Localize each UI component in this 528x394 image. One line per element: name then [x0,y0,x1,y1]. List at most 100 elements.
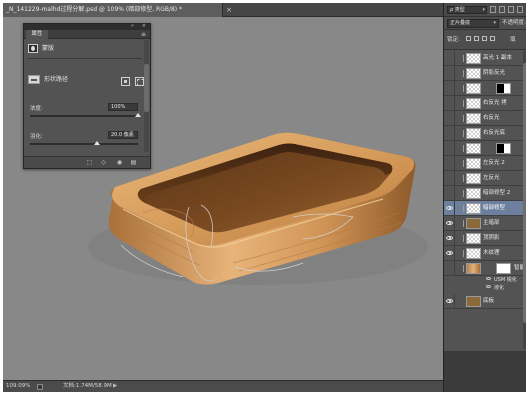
density-input[interactable]: 100% [108,103,138,111]
divider [27,58,142,59]
layer-thumbnail [466,233,481,244]
layer-visibility-toggle[interactable] [444,246,455,261]
opacity-label: 不透明度: [502,20,526,26]
layer-name: 底板 [483,298,495,304]
smart-filter-name: 液化 [494,285,505,291]
layer-row[interactable]: 右反光 [444,111,526,126]
eye-icon[interactable] [486,277,491,280]
feather-label: 羽化: [30,134,43,140]
adjustment-filter-icon[interactable] [499,6,505,13]
close-tab-icon[interactable]: × [224,3,234,17]
layer-row[interactable] [444,141,526,156]
close-icon[interactable]: × [142,23,146,29]
smart-filter-item[interactable]: USM 锐化 [444,276,526,284]
collapse-icon[interactable]: » [131,23,134,29]
panel-menu-icon[interactable]: ≡ [141,30,146,39]
layer-thumbnail [466,53,481,64]
eye-icon [446,251,453,255]
layer-name: 右反光 拷 [483,100,507,106]
eye-icon[interactable] [486,285,491,288]
layer-visibility-toggle[interactable] [444,216,455,231]
layer-row[interactable]: 左反光 2 [444,156,526,171]
layer-name: 顶阴影 [483,235,500,241]
status-menu-arrow-icon[interactable]: ▶ [113,381,117,392]
add-pixel-mask-icon[interactable] [121,77,130,86]
layer-row[interactable]: 右反光 拷 [444,96,526,111]
layer-row[interactable]: 高光 1 副本 [444,51,526,66]
layer-visibility-toggle[interactable] [444,231,455,246]
density-slider-thumb[interactable] [135,113,141,117]
feather-input[interactable]: 20.0 像素 [108,131,138,139]
lock-position-icon[interactable] [482,36,487,41]
layer-visibility-toggle[interactable] [444,186,455,201]
document-tab[interactable]: _N_141229-malhd过程分解.psd @ 109% (暗部修型, RG… [3,3,223,17]
properties-panel[interactable]: » × 属性 ≡ 蒙版 形状路径 浓度: 100% 羽化: 20.0 像素 ⬚ [23,23,151,169]
layer-row[interactable]: 顶阴影 [444,231,526,246]
layer-name: 左反光 2 [483,160,505,166]
blend-row: 正片叠底 不透明度: [444,17,526,30]
text-filter-icon[interactable] [508,6,514,13]
smart-filter-name: USM 锐化 [494,277,517,283]
layer-visibility-toggle[interactable] [444,96,455,111]
lock-all-icon[interactable] [490,36,495,41]
layer-visibility-toggle[interactable] [444,201,455,216]
layer-row[interactable]: 暗部修型 [444,201,526,216]
layer-visibility-toggle[interactable] [444,111,455,126]
layer-row[interactable]: 智能 [444,261,526,276]
layer-row[interactable]: 底板 [444,294,526,309]
layer-kind-filter[interactable]: ρ 类型 [447,6,487,14]
layers-scrollbar-thumb[interactable] [523,63,526,323]
layer-thumbnail [466,98,481,109]
shape-filter-icon[interactable] [517,6,523,13]
feather-slider-thumb[interactable] [93,141,100,145]
layer-thumbnail [466,173,481,184]
properties-scrollbar-thumb[interactable] [144,64,149,112]
layer-thumbnail [466,188,481,199]
layer-name: 阴影反光 [483,70,506,76]
mask-label: 蒙版 [42,45,55,52]
layer-visibility-toggle[interactable] [444,261,455,276]
layers-panel[interactable]: ρ 类型 正片叠底 不透明度: 锁定: 填 高光 1 副本阴影反光右反光 拷右反… [443,3,526,351]
add-vector-mask-icon[interactable] [135,77,144,86]
feather-slider[interactable] [30,141,138,145]
layer-name: 右反光底 [483,130,506,136]
layer-row[interactable]: 阴影反光 [444,66,526,81]
layer-mask-thumbnail[interactable] [496,263,511,274]
lock-transparent-icon[interactable] [466,36,471,41]
trash-icon[interactable]: ▤ [130,160,137,166]
mask-icon [28,44,38,53]
blend-mode-select[interactable]: 正片叠底 [447,19,499,28]
document-size: 文档:1.74M/58.9M [63,383,112,389]
layer-visibility-toggle[interactable] [444,126,455,141]
layer-visibility-toggle[interactable] [444,81,455,96]
tab-properties[interactable]: 属性 [26,30,48,39]
layer-row[interactable]: 右反光底 [444,126,526,141]
density-slider[interactable] [30,113,141,117]
layer-row[interactable]: 暗部修型 2 [444,186,526,201]
shape-mask-icon[interactable] [28,75,40,84]
layer-mask-thumbnail[interactable] [496,143,511,154]
layer-row[interactable]: 主暗部 [444,216,526,231]
layer-row[interactable]: 左反光 [444,171,526,186]
layer-visibility-toggle[interactable] [444,141,455,156]
layer-thumbnail [466,68,481,79]
layer-visibility-toggle[interactable] [444,171,455,186]
smart-filter-item[interactable]: 液化 [444,284,526,292]
layer-row[interactable]: 木纹理 [444,246,526,261]
layer-thumbnail [466,248,481,259]
pixel-filter-icon[interactable] [490,6,496,13]
layer-row[interactable] [444,81,526,96]
lock-image-icon[interactable] [474,36,479,41]
apply-icon[interactable]: ◇ [100,160,107,166]
density-label: 浓度: [30,106,43,112]
eye-icon[interactable]: ◉ [116,160,123,166]
layer-visibility-toggle[interactable] [444,294,455,309]
layer-visibility-toggle[interactable] [444,51,455,66]
layer-visibility-toggle[interactable] [444,66,455,81]
layer-mask-thumbnail[interactable] [496,83,511,94]
selection-icon[interactable]: ⬚ [86,160,93,166]
layer-visibility-toggle[interactable] [444,156,455,171]
layer-name: 高光 1 副本 [483,55,512,61]
eye-icon [446,221,453,225]
zoom-level[interactable]: 109.09% [6,381,30,392]
